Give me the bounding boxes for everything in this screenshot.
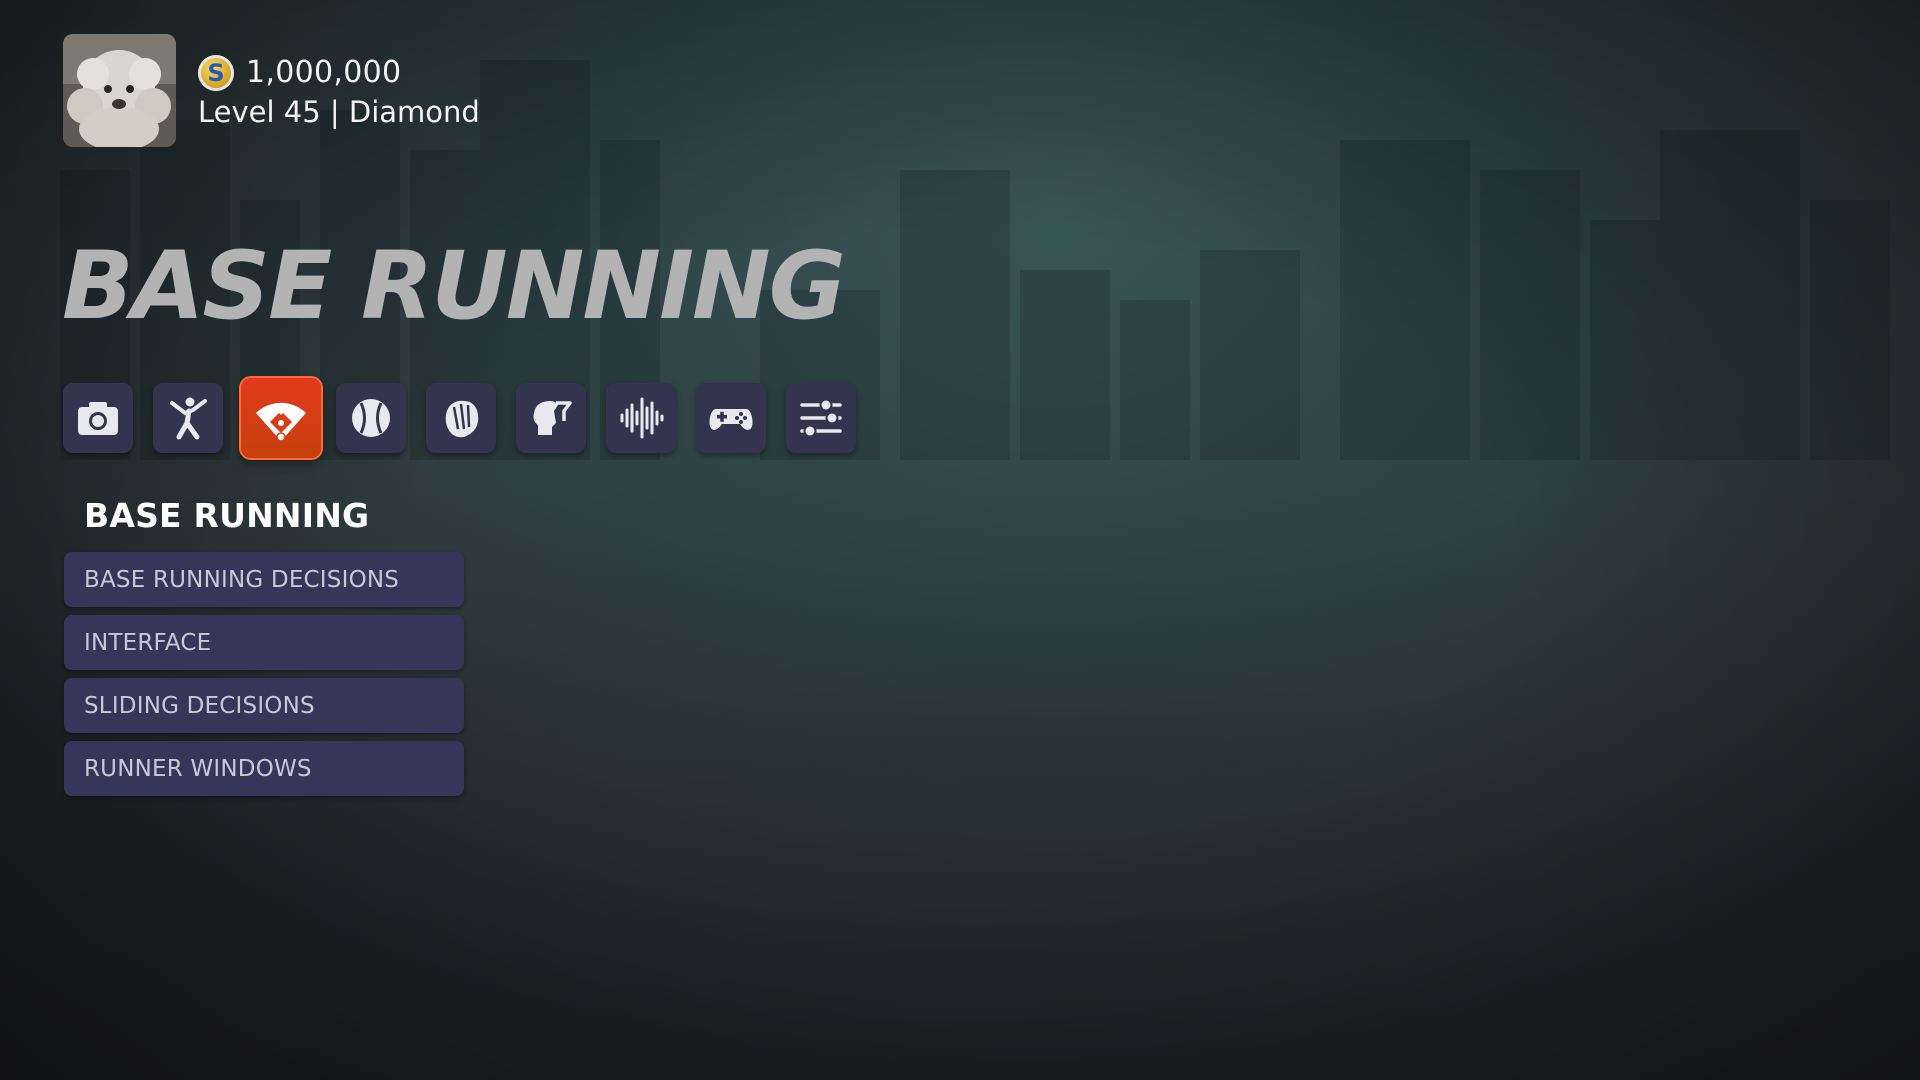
stubs-coin-icon: S [198,54,234,91]
menu-item-interface[interactable]: INTERFACE [64,615,464,670]
tab-settings[interactable] [786,383,856,453]
menu-item-base-running-decisions[interactable]: BASE RUNNING DECISIONS [64,552,464,607]
strategy-head-icon [533,401,572,435]
tab-audio[interactable] [606,383,676,453]
menu-item-runner-windows[interactable]: RUNNER WINDOWS [64,741,464,796]
section-title: BASE RUNNING [84,496,370,535]
tab-base-running[interactable] [241,378,321,458]
tab-controls[interactable] [696,383,766,453]
gamepad-icon [709,409,753,430]
currency-row: S 1,000,000 [198,53,480,93]
settings-screen: S 1,000,000 Level 45 | Diamond BASE RUNN… [0,0,1920,1080]
profile-info: S 1,000,000 Level 45 | Diamond [198,53,480,129]
sliders-icon [800,398,842,438]
coin-balance: 1,000,000 [246,55,402,90]
glove-icon [445,400,479,438]
tab-camera[interactable] [63,383,133,453]
tab-pitching[interactable] [336,383,406,453]
player-level: Level 45 | Diamond [198,94,480,129]
dog-avatar-image [63,34,176,147]
tab-hitting[interactable] [153,383,223,453]
settings-tab-bar [63,378,876,458]
player-profile: S 1,000,000 Level 45 | Diamond [63,34,480,147]
tab-strategy[interactable] [516,383,586,453]
baseball-diamond-icon [256,402,306,442]
menu-item-sliding-decisions[interactable]: SLIDING DECISIONS [64,678,464,733]
avatar[interactable] [63,34,176,147]
audio-waveform-icon [620,397,664,439]
page-title: BASE RUNNING [62,232,846,341]
batter-icon [170,397,207,440]
baseball-icon [352,399,390,437]
camera-icon [78,402,118,435]
settings-menu: BASE RUNNING DECISIONS INTERFACE SLIDING… [64,552,464,804]
tab-fielding[interactable] [426,383,496,453]
